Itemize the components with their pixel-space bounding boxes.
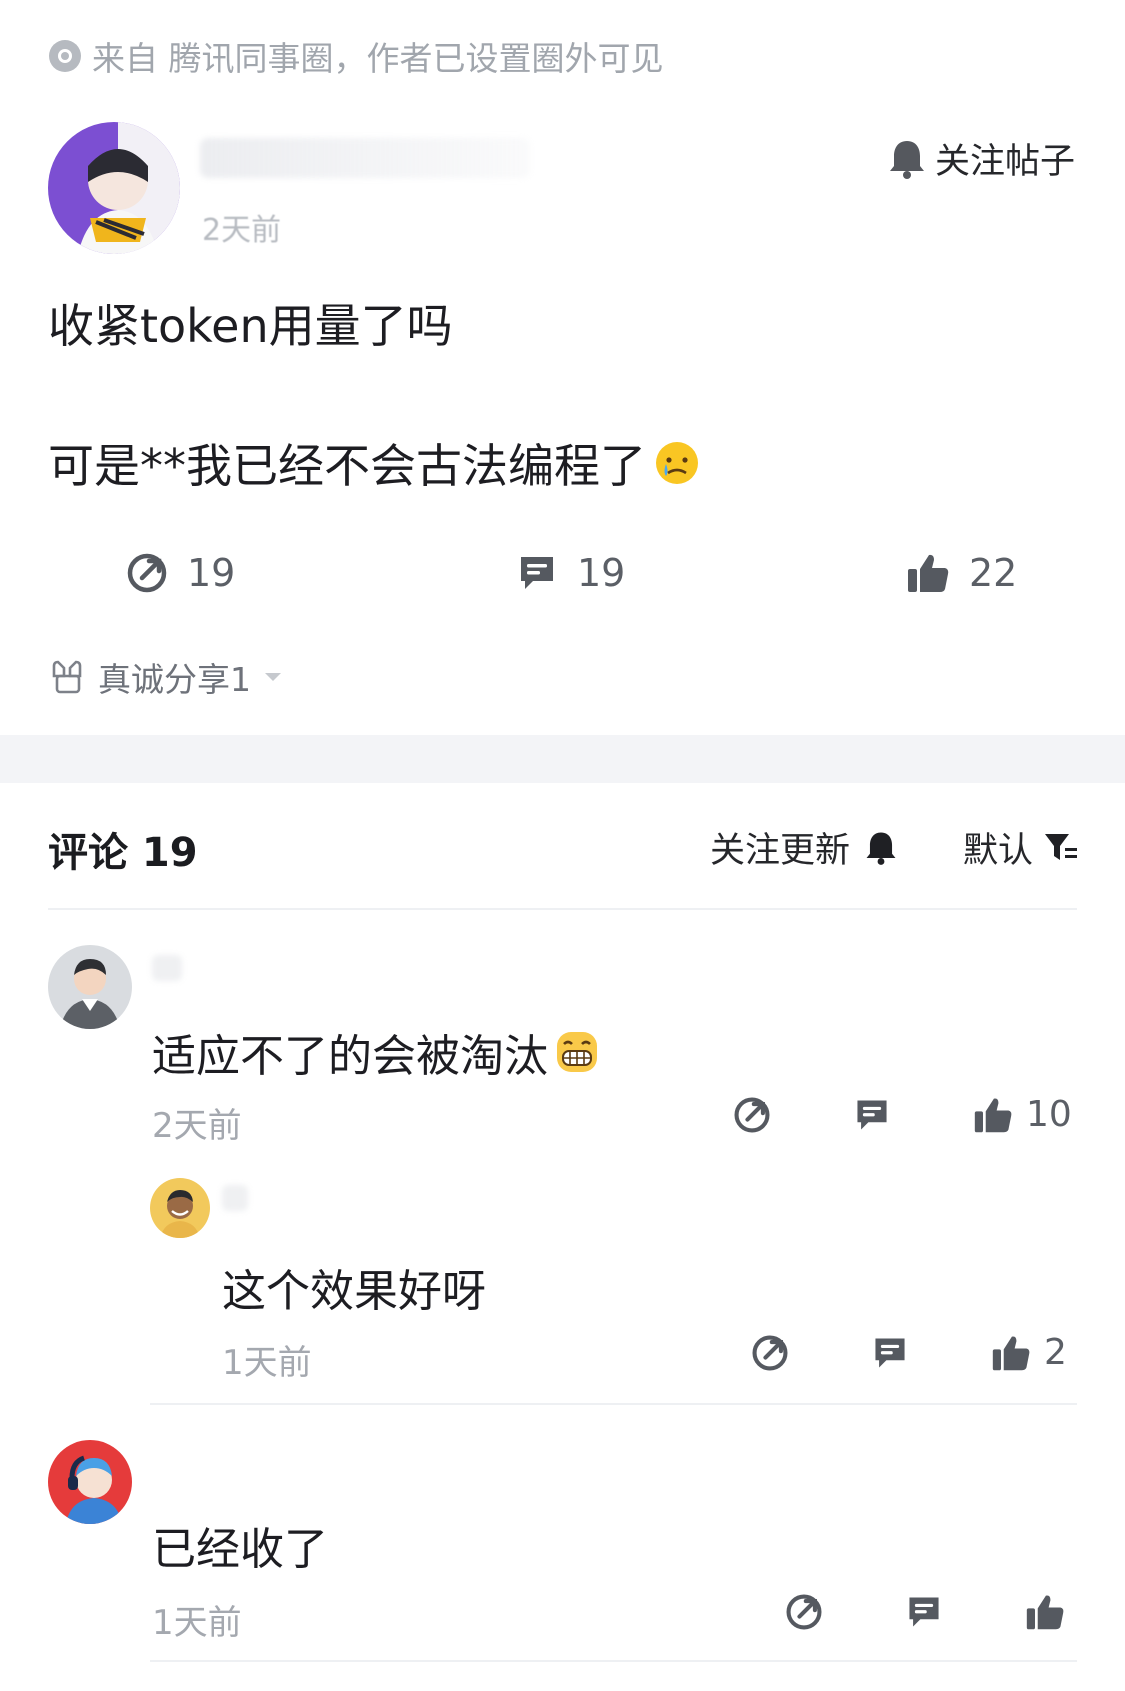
reply-reply-button[interactable] (870, 1333, 910, 1373)
thumbs-up-icon (972, 1095, 1014, 1135)
header-divider (48, 908, 1077, 910)
comment-icon (904, 1592, 944, 1632)
comment-text: 适应不了的会被淘汰 (152, 1020, 600, 1084)
crying-face-icon (654, 440, 700, 486)
reply-avatar[interactable] (150, 1178, 210, 1238)
follow-updates-label: 关注更新 (710, 830, 851, 871)
comment-like-button[interactable]: 10 (972, 1094, 1072, 1135)
comment-text-content: 适应不了的会被淘汰 (152, 1031, 548, 1082)
author-name-redacted (200, 138, 530, 178)
comment-share-button[interactable] (732, 1095, 772, 1135)
reply-divider (150, 1403, 1077, 1405)
share-stat[interactable]: 19 (125, 548, 235, 598)
reaction-tag[interactable]: 真诚分享1 (48, 655, 283, 699)
reply-like-count: 2 (1044, 1332, 1067, 1373)
comment-icon (852, 1095, 892, 1135)
reply-time: 1天前 (222, 1343, 312, 1383)
comment-like-count: 10 (1026, 1094, 1072, 1135)
comment-stat[interactable]: 19 (515, 548, 625, 598)
reply-text: 这个效果好呀 (222, 1266, 486, 1317)
filter-icon (1043, 830, 1079, 864)
comment-actions: 10 (732, 1094, 1072, 1135)
comment-like-button[interactable] (1024, 1592, 1066, 1632)
reply-like-button[interactable]: 2 (990, 1332, 1067, 1373)
comment-actions (784, 1592, 1066, 1632)
share-icon (732, 1095, 772, 1135)
section-divider (0, 735, 1125, 783)
comment-time: 2天前 (152, 1106, 242, 1146)
comment-text: 已经收了 (152, 1524, 328, 1575)
share-icon (784, 1592, 824, 1632)
comment-count: 19 (577, 551, 626, 595)
follow-updates-button[interactable]: 关注更新 (710, 822, 898, 872)
sort-button[interactable]: 默认 (963, 822, 1079, 872)
comments-title: 评论 19 (48, 830, 198, 876)
chevron-down-icon (263, 670, 283, 684)
share-icon (125, 551, 169, 595)
thumbs-up-icon (1024, 1592, 1066, 1632)
post-text-line2-content: 可是**我已经不会古法编程了 (48, 439, 646, 493)
post-text-line2: 可是**我已经不会古法编程了 (48, 430, 700, 496)
circle-source-icon (48, 39, 82, 73)
comment-reply-button[interactable] (904, 1592, 944, 1632)
comment-icon (870, 1333, 910, 1373)
reaction-tag-label: 真诚分享1 (98, 660, 251, 699)
like-count: 22 (969, 551, 1018, 595)
comment-time: 1天前 (152, 1603, 242, 1643)
like-stat[interactable]: 22 (905, 548, 1017, 598)
bell-icon (887, 137, 927, 179)
bell-icon (864, 829, 898, 865)
comment-share-button[interactable] (784, 1592, 824, 1632)
post-text-line1: 收紧token用量了吗 (48, 299, 453, 353)
thumbs-up-icon (905, 551, 951, 595)
follow-post-button[interactable]: 关注帖子 (887, 135, 1075, 182)
author-avatar[interactable] (48, 122, 180, 254)
share-icon (750, 1333, 790, 1373)
share-count: 19 (187, 551, 236, 595)
comment-avatar[interactable] (48, 1440, 132, 1524)
gift-icon (48, 658, 86, 696)
comment-reply-button[interactable] (852, 1095, 892, 1135)
post-time: 2天前 (202, 213, 282, 248)
reply-actions: 2 (750, 1332, 1067, 1373)
replier-name-redacted (222, 1185, 248, 1211)
source-text: 来自 腾讯同事圈，作者已设置圈外可见 (92, 39, 664, 78)
thumbs-up-icon (990, 1333, 1032, 1373)
reply-share-button[interactable] (750, 1333, 790, 1373)
comment-icon (515, 551, 559, 595)
sort-label: 默认 (963, 830, 1034, 871)
source-line[interactable]: 来自 腾讯同事圈，作者已设置圈外可见 (48, 36, 664, 78)
comment-divider (150, 1660, 1077, 1662)
comment-avatar[interactable] (48, 945, 132, 1029)
grin-icon (554, 1029, 600, 1075)
commenter-name-redacted (152, 955, 182, 981)
follow-post-label: 关注帖子 (934, 141, 1075, 182)
